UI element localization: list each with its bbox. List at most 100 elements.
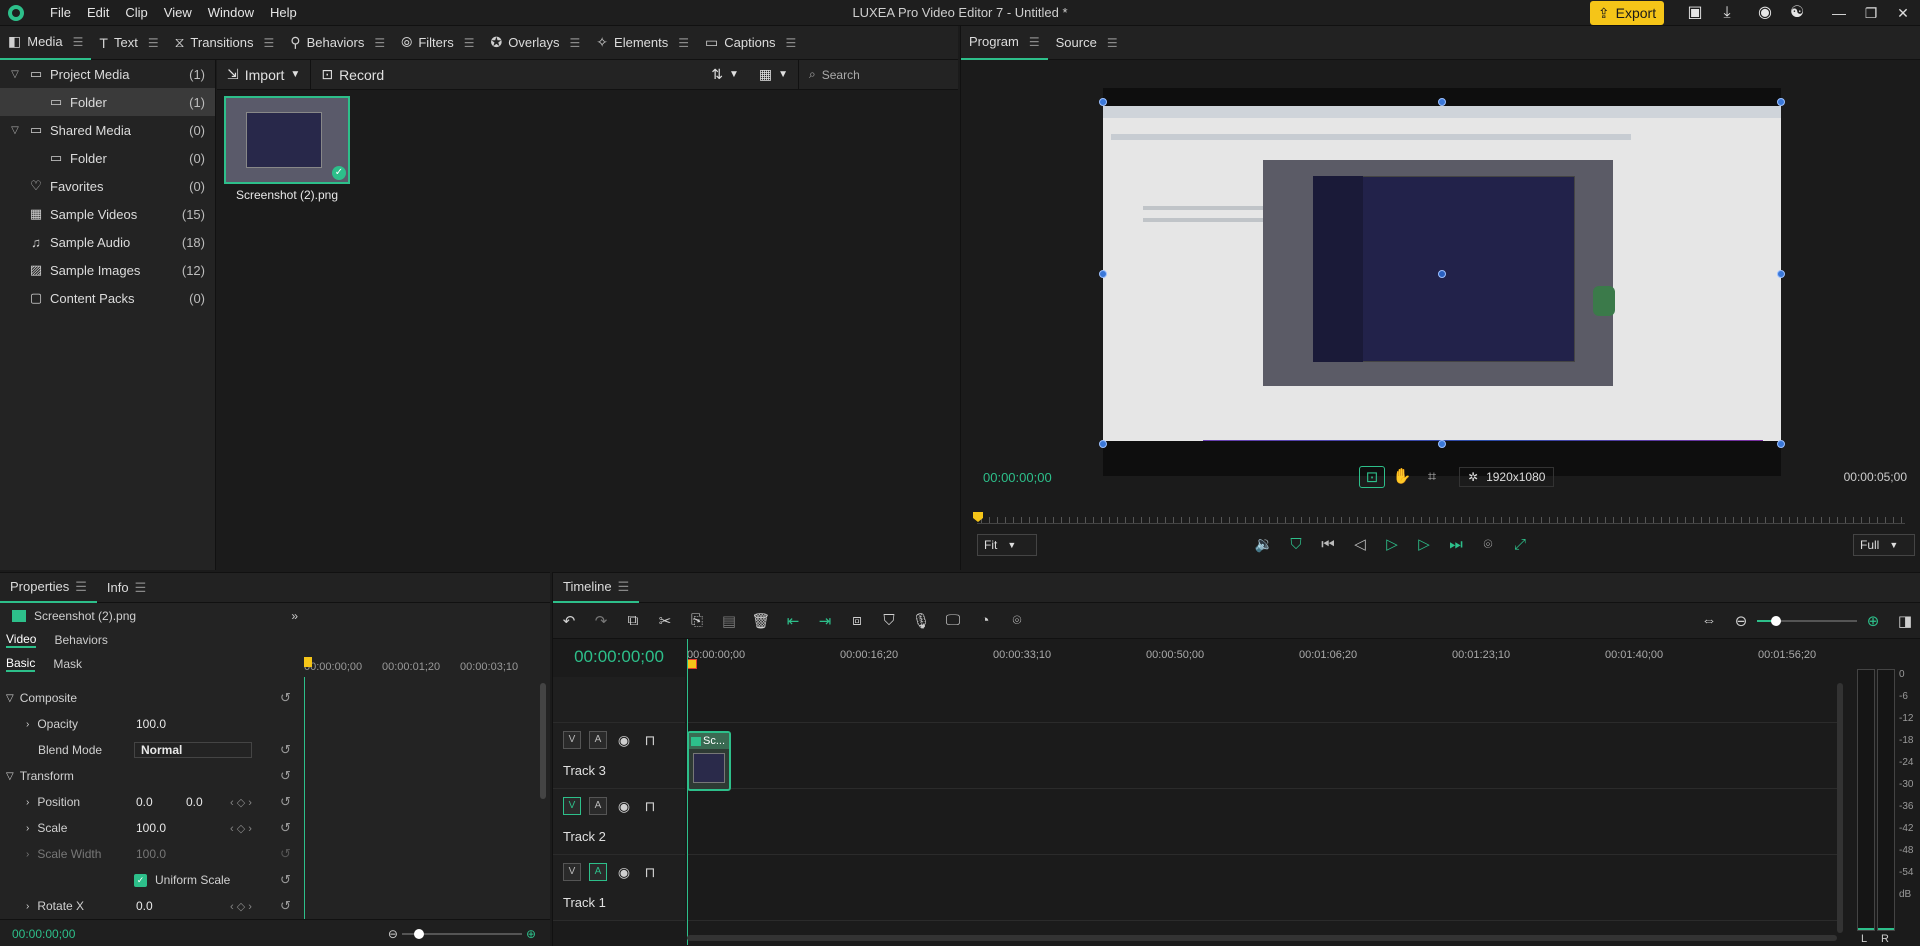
tree-project-folder[interactable]: ▭ Folder (1) xyxy=(0,88,215,116)
play-icon[interactable]: ▷ xyxy=(1379,534,1405,556)
transform-handle[interactable] xyxy=(1099,98,1107,106)
account-icon[interactable]: ◉ xyxy=(1756,4,1774,22)
position-y-value[interactable]: 0.0 xyxy=(186,795,203,809)
property-keyframe-ruler[interactable]: 00:00:00;00 00:00:01;20 00:00:03;10 xyxy=(304,657,540,677)
view-mode-button[interactable]: ▦ ▼ xyxy=(749,60,798,90)
skip-end-icon[interactable]: ⏭ xyxy=(1443,534,1469,556)
chevron-right-icon[interactable]: › xyxy=(26,719,29,730)
marker-icon[interactable]: ⛉ xyxy=(1283,534,1309,556)
tab-transitions[interactable]: ⧖ Transitions ☰ xyxy=(167,26,283,60)
tab-filters[interactable]: ⦾ Filters ☰ xyxy=(393,26,482,60)
tree-sample-videos[interactable]: ▦ Sample Videos (15) xyxy=(0,200,215,228)
subtab-behaviors[interactable]: Behaviors xyxy=(54,633,107,647)
step-back-icon[interactable]: ◁ xyxy=(1347,534,1373,556)
opacity-value[interactable]: 100.0 xyxy=(136,717,166,731)
volume-icon[interactable]: 🔉 xyxy=(1251,534,1277,556)
copy-icon[interactable]: ⎘ xyxy=(681,612,713,629)
maximize-icon[interactable]: ❐ xyxy=(1856,0,1886,26)
preview-canvas[interactable] xyxy=(1099,88,1785,476)
tab-program[interactable]: Program ☰ xyxy=(961,26,1048,60)
step-forward-icon[interactable]: ▷ xyxy=(1411,534,1437,556)
tab-menu-icon[interactable]: ☰ xyxy=(1029,35,1040,49)
eye-icon[interactable]: ◉ xyxy=(615,798,633,815)
chevron-right-icon[interactable]: › xyxy=(26,797,29,808)
redo-icon[interactable]: ↷ xyxy=(585,612,617,630)
reset-icon[interactable]: ↺ xyxy=(280,820,291,836)
tab-menu-icon[interactable]: ☰ xyxy=(678,36,689,50)
ripple-icon[interactable]: ⧈ xyxy=(841,612,873,629)
reset-icon[interactable]: ↺ xyxy=(280,768,291,784)
tree-shared-folder[interactable]: ▭ Folder (0) xyxy=(0,144,215,172)
media-thumbnail[interactable]: ✓ xyxy=(224,96,350,184)
menu-file[interactable]: File xyxy=(42,0,79,26)
position-x-value[interactable]: 0.0 xyxy=(136,795,153,809)
transform-handle[interactable] xyxy=(1777,98,1785,106)
video-toggle[interactable]: V xyxy=(563,863,581,881)
lock-icon[interactable]: ⊓ xyxy=(641,732,659,749)
microphone-icon[interactable]: 🎙 xyxy=(905,612,937,630)
tree-sample-audio[interactable]: ♫ Sample Audio (18) xyxy=(0,228,215,256)
audio-toggle[interactable]: A xyxy=(589,731,607,749)
tab-menu-icon[interactable]: ☰ xyxy=(618,579,630,595)
menu-clip[interactable]: Clip xyxy=(117,0,155,26)
audio-toggle[interactable]: A xyxy=(589,863,607,881)
zoom-out-icon[interactable]: ⊖ xyxy=(1725,612,1757,630)
transform-handle[interactable] xyxy=(1099,270,1107,278)
timeline-playhead-handle[interactable] xyxy=(687,659,697,669)
properties-scrollbar[interactable] xyxy=(540,683,546,799)
chevron-right-icon[interactable]: › xyxy=(26,901,29,912)
tree-project-media[interactable]: ▽ ▭ Project Media (1) xyxy=(0,60,215,88)
subtab-basic[interactable]: Basic xyxy=(6,656,36,672)
transform-mode-icon[interactable]: ⊡ xyxy=(1359,466,1385,488)
audio-toggle[interactable]: A xyxy=(589,797,607,815)
tab-menu-icon[interactable]: ☰ xyxy=(570,36,581,50)
tree-favorites[interactable]: ♡ Favorites (0) xyxy=(0,172,215,200)
tab-info[interactable]: Info ☰ xyxy=(97,573,156,603)
keyframe-icon[interactable]: ‹ ◇ › xyxy=(230,822,252,835)
zoom-select[interactable]: Fit ▼ xyxy=(977,534,1037,556)
skip-start-icon[interactable]: ⏮ xyxy=(1315,534,1341,556)
property-playhead[interactable] xyxy=(304,657,312,667)
timeline-timecode[interactable]: 00:00:00;00 xyxy=(553,639,685,675)
tab-timeline[interactable]: Timeline ☰ xyxy=(553,573,640,603)
tab-menu-icon[interactable]: ☰ xyxy=(464,36,475,50)
video-toggle[interactable]: V xyxy=(563,797,581,815)
menu-help[interactable]: Help xyxy=(262,0,305,26)
panel-toggle-icon[interactable]: ◨ xyxy=(1889,612,1920,630)
reset-icon[interactable]: ↺ xyxy=(280,872,291,888)
quality-select[interactable]: Full ▼ xyxy=(1853,534,1915,556)
tab-menu-icon[interactable]: ☰ xyxy=(148,36,159,50)
minimize-icon[interactable]: — xyxy=(1824,0,1854,26)
keyframe-icon[interactable]: ‹ ◇ › xyxy=(230,900,252,913)
camera-icon[interactable]: ⌾ xyxy=(1001,612,1033,629)
tab-menu-icon[interactable]: ☰ xyxy=(135,580,147,596)
transform-handle[interactable] xyxy=(1777,440,1785,448)
search-input[interactable]: Search xyxy=(822,68,860,82)
section-composite[interactable]: ▽ Composite ↺ xyxy=(0,685,300,711)
scale-value[interactable]: 100.0 xyxy=(136,821,166,835)
tab-menu-icon[interactable]: ☰ xyxy=(264,36,275,50)
eye-icon[interactable]: ◉ xyxy=(615,732,633,749)
eye-icon[interactable]: ◉ xyxy=(615,864,633,881)
community-icon[interactable]: ☯ xyxy=(1788,4,1806,22)
chevron-down-icon[interactable]: ▽ xyxy=(8,69,22,80)
menu-view[interactable]: View xyxy=(156,0,200,26)
transform-handle[interactable] xyxy=(1438,98,1446,106)
rotate-x-value[interactable]: 0.0 xyxy=(136,899,153,913)
tab-media[interactable]: ◧ Media ☰ xyxy=(0,26,92,60)
timeline-ruler[interactable]: 00:00:00;00 00:00:16;20 00:00:33;10 00:0… xyxy=(687,639,1837,669)
reset-icon[interactable]: ↺ xyxy=(280,690,291,706)
screen-record-icon[interactable]: 🖵 xyxy=(937,612,969,629)
tab-behaviors[interactable]: ⚲ Behaviors ☰ xyxy=(282,26,393,60)
viewer-playhead[interactable] xyxy=(973,512,983,522)
viewer-scrub-bar[interactable] xyxy=(973,512,1905,524)
subtab-mask[interactable]: Mask xyxy=(53,657,82,671)
download-icon[interactable]: ⤓ xyxy=(1718,4,1736,22)
lock-icon[interactable]: ⊓ xyxy=(641,798,659,815)
add-marker-icon[interactable]: ⛉ xyxy=(873,612,905,629)
transform-handle[interactable] xyxy=(1777,270,1785,278)
go-to-start-icon[interactable]: ⇤ xyxy=(777,612,809,630)
tree-sample-images[interactable]: ▨ Sample Images (12) xyxy=(0,256,215,284)
record-button[interactable]: ⊡ Record xyxy=(311,60,394,90)
timeline-vertical-scrollbar[interactable] xyxy=(1837,683,1843,933)
